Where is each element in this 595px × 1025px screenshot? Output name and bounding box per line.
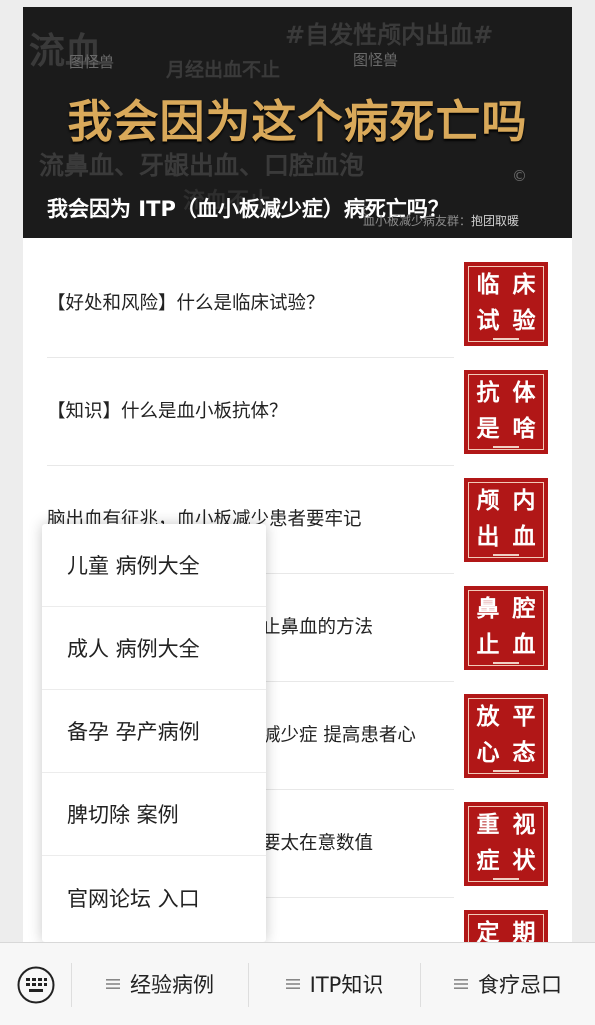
menu-tab-label: ITP知识	[309, 973, 384, 997]
watermark: ©	[512, 167, 527, 185]
thumb-char: 血	[512, 632, 536, 658]
article-item[interactable]: 【知识】什么是血小板抗体？ 抗 体 是 啥	[23, 358, 572, 466]
banner-article[interactable]: 流血 #自发性颅内出血# 月经出血不止 流鼻血、牙龈出血、口腔血泡 流血不止 图…	[23, 7, 572, 238]
watermark: 图怪兽	[353, 51, 399, 69]
thumb-char: 临	[476, 272, 500, 298]
menu-lines-icon	[454, 978, 468, 990]
thumb-char: 心	[476, 740, 500, 766]
thumb-char: 验	[512, 308, 536, 334]
thumb-char: 期	[512, 920, 536, 942]
thumb-char: 状	[512, 848, 536, 874]
keyboard-icon	[17, 966, 55, 1004]
thumb-char: 止	[476, 632, 500, 658]
article-thumbnail: 临 床 试 验	[464, 262, 548, 346]
menu-tab-experience-cases[interactable]: 经验病例	[72, 943, 248, 1025]
bottom-menu-bar: 经验病例 ITP知识 食疗忌口	[0, 942, 595, 1025]
thumb-char: 床	[512, 272, 536, 298]
thumb-char: 平	[512, 704, 536, 730]
article-title: 【知识】什么是血小板抗体？	[47, 400, 288, 422]
submenu-item-children-cases[interactable]: 儿童 病例大全	[42, 524, 266, 607]
thumb-char: 症	[476, 848, 500, 874]
thumb-char: 出	[476, 524, 500, 550]
thumb-char: 体	[512, 380, 536, 406]
banner-bg-word: 流鼻血、牙龈出血、口腔血泡	[39, 151, 365, 180]
article-item[interactable]: 【好处和风险】什么是临床试验？ 临 床 试 验	[23, 250, 572, 358]
submenu-item-adult-cases[interactable]: 成人 病例大全	[42, 607, 266, 690]
menu-tab-label: 食疗忌口	[478, 973, 562, 997]
article-title: 【好处和风险】什么是临床试验？	[47, 292, 325, 314]
banner-author-tag: 抱团取暖	[471, 214, 520, 228]
article-thumbnail: 放 平 心 态	[464, 694, 548, 778]
article-thumbnail: 颅 内 出 血	[464, 478, 548, 562]
thumb-char: 内	[512, 488, 536, 514]
thumb-char: 态	[512, 740, 536, 766]
thumb-char: 放	[476, 704, 500, 730]
menu-tab-itp-knowledge[interactable]: ITP知识	[249, 943, 420, 1025]
submenu-item-pregnancy-cases[interactable]: 备孕 孕产病例	[42, 690, 266, 773]
article-thumbnail: 重 视 症 状	[464, 802, 548, 886]
submenu-popup: 儿童 病例大全 成人 病例大全 备孕 孕产病例 脾切除 案例 官网论坛 入口	[42, 524, 266, 942]
article-thumbnail: 抗 体 是 啥	[464, 370, 548, 454]
keyboard-toggle-button[interactable]	[16, 965, 56, 1005]
menu-tab-diet-taboos[interactable]: 食疗忌口	[421, 943, 595, 1025]
menu-tab-label: 经验病例	[130, 973, 214, 997]
thumb-char: 鼻	[476, 596, 500, 622]
thumb-char: 啥	[512, 416, 536, 442]
submenu-item-splenectomy-cases[interactable]: 脾切除 案例	[42, 773, 266, 856]
banner-author-prefix: 血小板减少病友群	[363, 214, 460, 228]
thumb-char: 是	[476, 416, 500, 442]
thumb-char: 视	[512, 812, 536, 838]
thumb-char: 血	[512, 524, 536, 550]
thumb-char: 重	[476, 812, 500, 838]
banner-headline: 我会因为这个病死亡吗	[67, 95, 528, 148]
banner-bg-word: 月经出血不止	[166, 59, 281, 81]
thumb-char: 腔	[512, 596, 536, 622]
thumb-char: 颅	[476, 488, 500, 514]
menu-lines-icon	[106, 978, 120, 990]
thumb-char: 抗	[476, 380, 500, 406]
menu-lines-icon	[285, 978, 300, 990]
thumb-char: 试	[476, 308, 500, 334]
article-thumbnail: 鼻 腔 止 血	[464, 586, 548, 670]
banner-author: 血小板减少病友群：抱团取暖	[363, 214, 520, 228]
thumb-char: 定	[476, 920, 500, 942]
submenu-item-forum-entry[interactable]: 官网论坛 入口	[42, 856, 266, 939]
article-thumbnail: 定 期	[464, 910, 548, 942]
watermark: 图怪兽	[69, 53, 115, 71]
banner-bg-word: #自发性颅内出血#	[285, 21, 494, 49]
